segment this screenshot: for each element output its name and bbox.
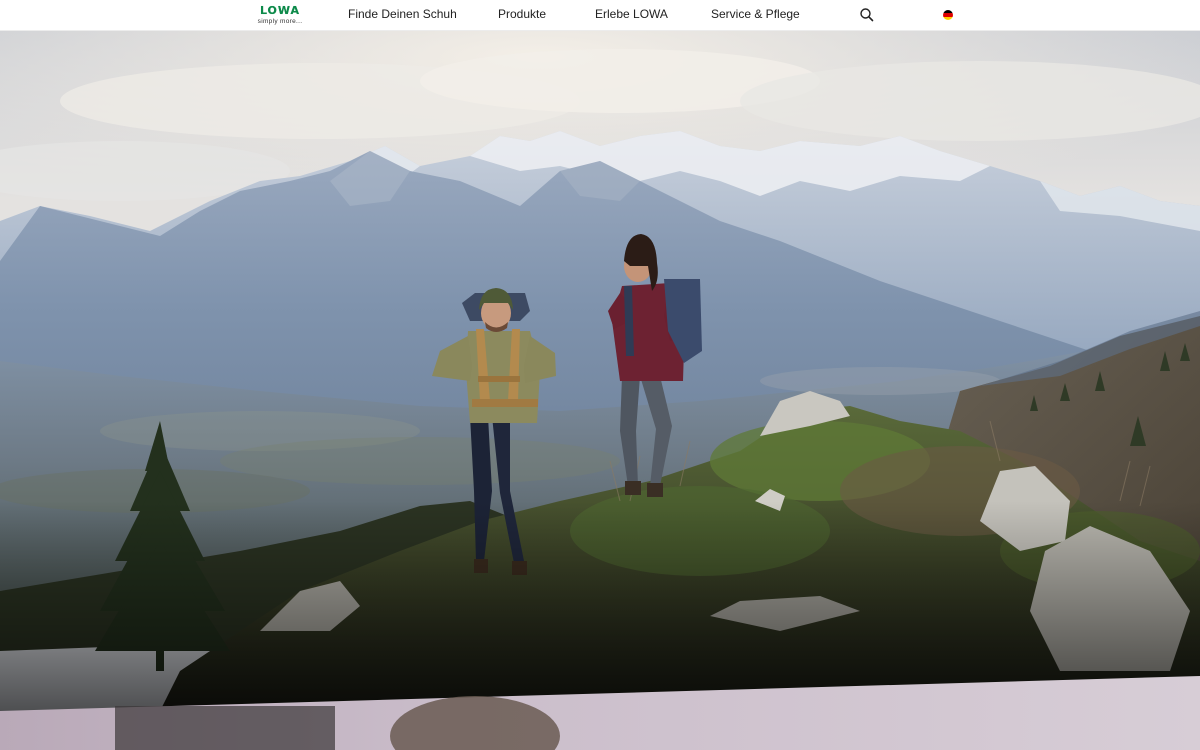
search-button[interactable]	[858, 6, 876, 24]
hero-image	[0, 31, 1200, 711]
logo-tagline: simply more...	[257, 18, 303, 25]
language-switcher[interactable]	[941, 8, 955, 22]
germany-flag-icon	[943, 10, 953, 20]
next-section-preview	[0, 676, 1200, 750]
nav-item-experience-lowa[interactable]: Erlebe LOWA	[595, 0, 668, 31]
nav-item-service-care[interactable]: Service & Pflege	[711, 0, 800, 31]
nav-item-products[interactable]: Produkte	[498, 0, 546, 31]
next-section-photo-preview	[0, 676, 1200, 750]
logo-wordmark: LOWA	[259, 4, 301, 17]
hikers-mountain-scene	[0, 31, 1200, 711]
site-header: LOWA simply more... Finde Deinen Schuh P…	[0, 0, 1200, 31]
nav-item-find-shoe[interactable]: Finde Deinen Schuh	[348, 0, 457, 31]
search-icon	[860, 8, 874, 22]
lowa-logo[interactable]: LOWA simply more...	[246, 4, 316, 26]
